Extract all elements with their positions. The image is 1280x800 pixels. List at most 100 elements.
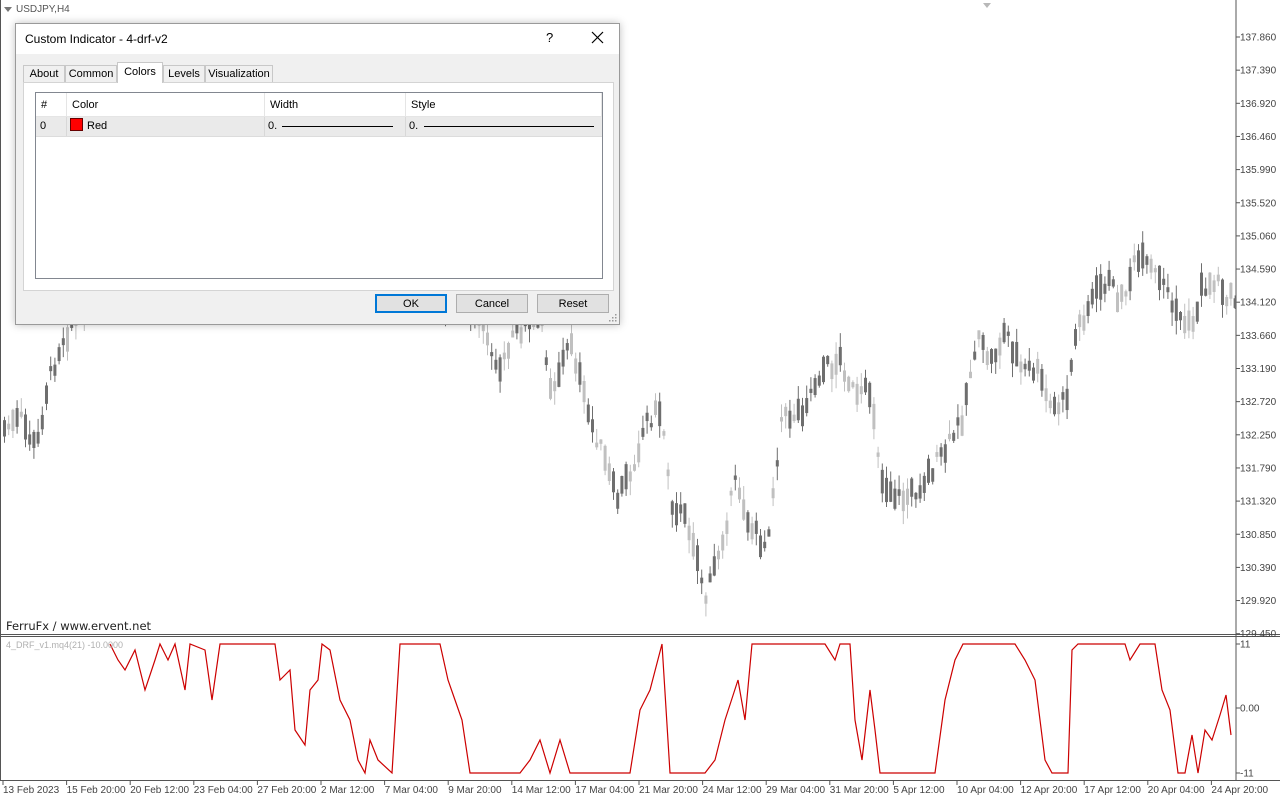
candle[interactable] bbox=[927, 458, 930, 483]
candle[interactable] bbox=[775, 460, 779, 467]
candle[interactable] bbox=[1082, 315, 1086, 331]
candle[interactable] bbox=[1183, 315, 1187, 334]
candle[interactable] bbox=[985, 351, 989, 366]
candle[interactable] bbox=[603, 445, 607, 471]
candle[interactable] bbox=[859, 386, 863, 395]
candle[interactable] bbox=[838, 346, 842, 366]
candle[interactable] bbox=[502, 352, 506, 360]
candle[interactable] bbox=[1107, 269, 1111, 286]
candle[interactable] bbox=[1145, 256, 1149, 265]
candle[interactable] bbox=[813, 378, 817, 396]
candle[interactable] bbox=[1040, 368, 1044, 391]
candle[interactable] bbox=[658, 401, 662, 427]
candle[interactable] bbox=[1086, 301, 1090, 317]
candle[interactable] bbox=[792, 414, 796, 422]
candle[interactable] bbox=[1141, 242, 1145, 269]
candle[interactable] bbox=[754, 520, 758, 534]
candle[interactable] bbox=[817, 375, 821, 386]
tab-common[interactable]: Common bbox=[65, 65, 117, 82]
candle[interactable] bbox=[939, 447, 943, 457]
candle[interactable] bbox=[1120, 284, 1124, 302]
candle[interactable] bbox=[620, 476, 624, 494]
candle[interactable] bbox=[1212, 280, 1216, 292]
candle[interactable] bbox=[1187, 310, 1191, 331]
candle[interactable] bbox=[725, 520, 729, 534]
dialog-titlebar[interactable]: Custom Indicator - 4-drf-v2 ? bbox=[16, 24, 619, 54]
candle[interactable] bbox=[1023, 363, 1027, 370]
candle[interactable] bbox=[1233, 298, 1237, 308]
candle[interactable] bbox=[1153, 268, 1157, 273]
candle[interactable] bbox=[729, 490, 733, 496]
candle[interactable] bbox=[767, 529, 771, 537]
candle[interactable] bbox=[53, 364, 57, 376]
candle[interactable] bbox=[843, 370, 846, 382]
candle[interactable] bbox=[1208, 272, 1212, 295]
candle[interactable] bbox=[490, 352, 494, 357]
candle[interactable] bbox=[1019, 361, 1023, 373]
candle[interactable] bbox=[796, 398, 800, 421]
cancel-button[interactable]: Cancel bbox=[456, 294, 528, 313]
candle[interactable] bbox=[1103, 283, 1107, 294]
candle[interactable] bbox=[486, 332, 489, 346]
column-header-index[interactable]: # bbox=[36, 93, 67, 117]
candle[interactable] bbox=[1111, 279, 1115, 287]
candle[interactable] bbox=[994, 348, 998, 363]
tab-levels[interactable]: Levels bbox=[163, 65, 205, 82]
candle[interactable] bbox=[1006, 331, 1010, 336]
table-row[interactable]: 0 Red 0. 0. bbox=[36, 117, 602, 137]
candle[interactable] bbox=[549, 378, 552, 399]
candle[interactable] bbox=[1065, 388, 1069, 411]
candle[interactable] bbox=[1149, 258, 1153, 273]
candle[interactable] bbox=[40, 414, 44, 430]
candle[interactable] bbox=[834, 353, 838, 375]
candle[interactable] bbox=[700, 577, 704, 584]
candle[interactable] bbox=[649, 423, 653, 428]
candle[interactable] bbox=[687, 525, 691, 541]
candle[interactable] bbox=[906, 488, 909, 505]
candle[interactable] bbox=[977, 330, 981, 340]
candle[interactable] bbox=[889, 481, 893, 502]
candle[interactable] bbox=[901, 490, 905, 512]
candle[interactable] bbox=[801, 405, 804, 427]
candle[interactable] bbox=[1170, 300, 1174, 313]
candle[interactable] bbox=[595, 442, 599, 448]
candle[interactable] bbox=[885, 477, 888, 503]
candle[interactable] bbox=[960, 415, 964, 436]
candle[interactable] bbox=[1032, 367, 1035, 381]
candle[interactable] bbox=[956, 417, 960, 426]
candle[interactable] bbox=[599, 439, 603, 444]
column-header-style[interactable]: Style bbox=[406, 93, 602, 117]
candle[interactable] bbox=[1027, 360, 1031, 371]
candle[interactable] bbox=[586, 404, 590, 423]
candle[interactable] bbox=[780, 417, 783, 422]
candle[interactable] bbox=[1191, 316, 1195, 332]
candle[interactable] bbox=[1090, 288, 1094, 305]
candle[interactable] bbox=[943, 444, 947, 463]
candle[interactable] bbox=[822, 356, 825, 383]
candle[interactable] bbox=[1061, 392, 1065, 400]
candle[interactable] bbox=[691, 532, 695, 557]
candle[interactable] bbox=[624, 464, 628, 490]
help-button[interactable]: ? bbox=[546, 30, 553, 45]
candle[interactable] bbox=[742, 499, 746, 520]
candle[interactable] bbox=[1036, 358, 1040, 374]
collapse-triangle-icon[interactable] bbox=[4, 7, 12, 12]
candle[interactable] bbox=[683, 503, 687, 524]
candle[interactable] bbox=[973, 351, 977, 360]
candle[interactable] bbox=[893, 488, 897, 509]
reset-button[interactable]: Reset bbox=[537, 294, 609, 313]
candle[interactable] bbox=[952, 432, 956, 441]
candle[interactable] bbox=[1195, 301, 1199, 322]
candle[interactable] bbox=[969, 371, 972, 379]
candle[interactable] bbox=[641, 427, 645, 437]
candle[interactable] bbox=[11, 409, 15, 432]
candle[interactable] bbox=[637, 443, 641, 463]
candle[interactable] bbox=[696, 545, 699, 572]
candle[interactable] bbox=[616, 492, 620, 509]
candle[interactable] bbox=[1124, 291, 1128, 297]
candle[interactable] bbox=[1053, 396, 1056, 415]
candle[interactable] bbox=[666, 469, 670, 477]
ok-button[interactable]: OK bbox=[375, 294, 447, 313]
candle[interactable] bbox=[1221, 279, 1224, 305]
candle[interactable] bbox=[565, 343, 569, 351]
